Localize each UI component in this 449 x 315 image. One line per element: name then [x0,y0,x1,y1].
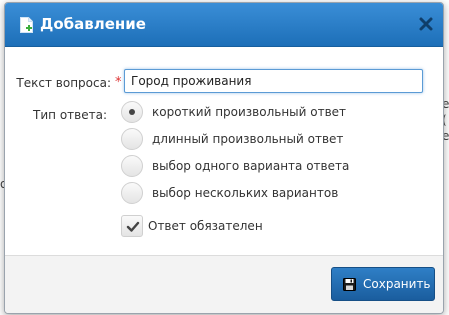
checkbox[interactable] [121,215,143,237]
add-document-icon [20,17,33,33]
dialog-titlebar: Добавление [5,3,443,47]
answer-type-label: Тип ответа: [33,108,107,122]
dialog-body: Текст вопроса: * Тип ответа: короткий пр… [5,47,443,255]
radio-button[interactable] [121,128,143,150]
radio-label: длинный произвольный ответ [152,132,344,146]
required-mark: * [115,75,122,90]
radio-single-choice[interactable]: выбор одного варианта ответа [121,155,421,179]
save-button-label: Сохранить [363,277,431,291]
question-text-label: Текст вопроса: [16,76,111,90]
save-button[interactable]: Сохранить [331,267,435,301]
required-answer-checkbox[interactable]: Ответ обязателен [121,215,321,239]
radio-label: короткий произвольный ответ [152,105,347,119]
question-text-input[interactable] [124,69,423,93]
radio-button[interactable] [121,182,143,204]
dialog-title: Добавление [40,15,146,33]
radio-label: выбор одного варианта ответа [152,159,350,173]
add-dialog: Добавление Текст вопроса: * Тип ответа: … [4,2,444,314]
radio-button[interactable] [121,155,143,177]
close-icon[interactable] [418,16,434,32]
checkmark-icon [126,221,140,232]
radio-long-answer[interactable]: длинный произвольный ответ [121,128,421,152]
radio-button[interactable] [121,101,143,123]
checkbox-label: Ответ обязателен [148,219,263,233]
floppy-disk-icon [343,278,356,291]
radio-label: выбор нескольких вариантов [152,186,339,200]
radio-short-answer[interactable]: короткий произвольный ответ [121,101,421,125]
radio-multiple-choice[interactable]: выбор нескольких вариантов [121,182,421,206]
radio-selected-dot [129,109,135,115]
dialog-footer: Сохранить [5,255,443,313]
